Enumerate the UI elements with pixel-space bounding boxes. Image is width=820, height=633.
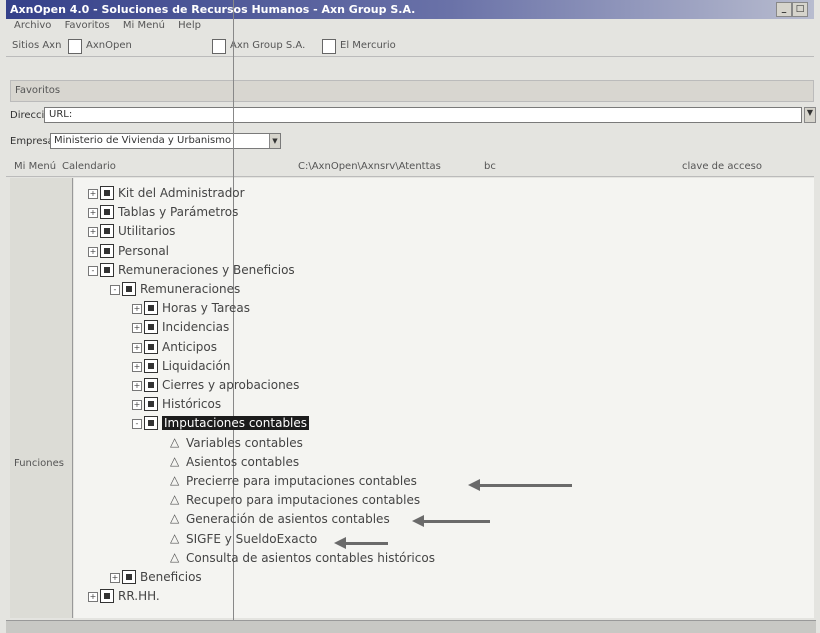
expand-icon[interactable]: + (88, 227, 98, 238)
menu-favoritos[interactable]: Favoritos (65, 20, 110, 31)
document-icon: △ (170, 434, 180, 449)
tree-leaf-label: Precierre para imputaciones contables (186, 474, 417, 488)
book-icon (144, 301, 158, 316)
document-icon: △ (170, 453, 180, 468)
tree-leaf-label: Consulta de asientos contables histórico… (186, 550, 435, 565)
book-icon (144, 397, 158, 412)
document-icon: △ (170, 492, 180, 507)
mi-menu-link[interactable]: Mi Menú (14, 161, 56, 172)
tree-leaf-label: Variables contables (186, 435, 303, 450)
book-icon (100, 205, 114, 220)
tree-node-label: Históricos (162, 397, 222, 412)
arrow-icon (468, 479, 572, 491)
tree-leaf-label: Generación de asientos contables (186, 512, 390, 527)
link-el-mercurio[interactable]: El Mercurio (340, 40, 396, 51)
document-icon: △ (170, 473, 180, 487)
expand-icon[interactable]: + (88, 592, 98, 603)
tree-node-label: RR.HH. (118, 589, 160, 604)
tree-leaf-label: Recupero para imputaciones contables (186, 493, 421, 508)
sidebar: Funciones (10, 178, 73, 618)
tree-node-label: Remuneraciones y Beneficios (118, 262, 295, 277)
path-link[interactable]: C:\AxnOpen\Axnsrv\Atenttas (298, 161, 441, 172)
expand-icon[interactable]: + (132, 381, 142, 391)
expand-icon[interactable]: + (132, 323, 142, 334)
links-label: Sitios Axn (12, 40, 62, 51)
tree-node-label: Kit del Administrador (118, 186, 245, 200)
book-icon (144, 378, 158, 392)
document-icon (322, 39, 336, 54)
expand-icon[interactable]: + (88, 246, 98, 257)
chevron-down-icon[interactable]: ▼ (269, 134, 280, 148)
status-bar (6, 620, 816, 633)
secondary-bar: Mi Menú Calendario C:\AxnOpen\Axnsrv\Ate… (6, 158, 814, 177)
expand-icon[interactable]: - (88, 265, 98, 276)
functions-label: Funciones (14, 458, 64, 469)
expand-icon[interactable]: + (132, 342, 142, 353)
empresa-bar: Empresa Ministerio de Vivienda y Urbanis… (6, 132, 816, 152)
tree-node-label: Incidencias (162, 320, 230, 335)
book-icon (144, 320, 158, 335)
calendar-link[interactable]: Calendario (62, 161, 116, 172)
favorites-bar: Favoritos (10, 80, 814, 102)
tree-leaf-label: SIGFE y SueldoExacto (186, 531, 318, 546)
favorites-label: Favoritos (15, 85, 61, 96)
book-icon (100, 186, 114, 200)
bc-link[interactable]: bc (484, 161, 496, 172)
empresa-label: Empresa (10, 136, 54, 147)
tree-node-label: Cierres y aprobaciones (162, 378, 300, 392)
book-icon (100, 243, 114, 258)
book-icon (122, 282, 136, 296)
document-icon (212, 39, 226, 54)
tree-node-label: Tablas y Parámetros (118, 205, 239, 220)
expand-icon[interactable]: + (110, 573, 120, 583)
maximize-button[interactable]: □ (792, 2, 808, 17)
address-input[interactable]: URL: (44, 107, 802, 123)
document-icon (68, 39, 82, 54)
address-bar: Dirección URL: ▼ (6, 106, 816, 126)
document-icon: △ (170, 549, 180, 564)
book-icon (122, 570, 136, 584)
empresa-select[interactable]: Ministerio de Vivienda y Urbanismo ▼ (50, 133, 281, 149)
menu-archivo[interactable]: Archivo (14, 20, 51, 31)
book-icon (144, 416, 158, 431)
title-bar: AxnOpen 4.0 - Soluciones de Recursos Hum… (6, 0, 814, 19)
tree-leaf-label: Asientos contables (186, 454, 300, 469)
menu-mi-menu[interactable]: Mi Menú (123, 20, 165, 31)
expand-icon[interactable]: + (132, 304, 142, 315)
expand-icon[interactable]: + (132, 400, 142, 411)
tree-node-label: Beneficios (140, 570, 202, 584)
tree-node-label: Remuneraciones (140, 282, 241, 296)
menu-bar: Archivo Favoritos Mi Menú Help (6, 20, 814, 35)
tree-node-label: Personal (118, 243, 170, 258)
expand-icon[interactable]: - (132, 419, 142, 430)
book-icon (100, 262, 114, 277)
book-icon (100, 224, 114, 239)
window-title: AxnOpen 4.0 - Soluciones de Recursos Hum… (10, 3, 416, 16)
arrow-icon (334, 537, 388, 549)
book-icon (144, 358, 158, 373)
expand-icon[interactable]: + (132, 361, 142, 372)
document-icon: △ (170, 511, 180, 526)
expand-icon[interactable]: + (88, 189, 98, 199)
access-key-link[interactable]: clave de acceso (682, 161, 762, 172)
minimize-button[interactable]: _ (776, 2, 792, 17)
links-bar: Sitios Axn AxnOpen Axn Group S.A. El Mer… (6, 36, 814, 57)
expand-icon[interactable]: - (110, 285, 120, 295)
chevron-down-icon[interactable]: ▼ (804, 107, 816, 123)
tree-node-label: Imputaciones contables (162, 416, 310, 431)
tree-node-label: Utilitarios (118, 224, 176, 239)
tree-node-label: Liquidación (162, 358, 231, 373)
menu-help[interactable]: Help (178, 20, 201, 31)
document-icon: △ (170, 530, 180, 545)
book-icon (144, 339, 158, 354)
expand-icon[interactable]: + (88, 208, 98, 219)
book-icon (100, 589, 114, 604)
empresa-value: Ministerio de Vivienda y Urbanismo (54, 135, 232, 146)
tree-node-label: Anticipos (162, 339, 217, 354)
link-axnopen[interactable]: AxnOpen (86, 40, 132, 51)
arrow-icon (412, 515, 490, 527)
link-axn-group[interactable]: Axn Group S.A. (230, 40, 305, 51)
tree-node-label: Horas y Tareas (162, 301, 250, 316)
